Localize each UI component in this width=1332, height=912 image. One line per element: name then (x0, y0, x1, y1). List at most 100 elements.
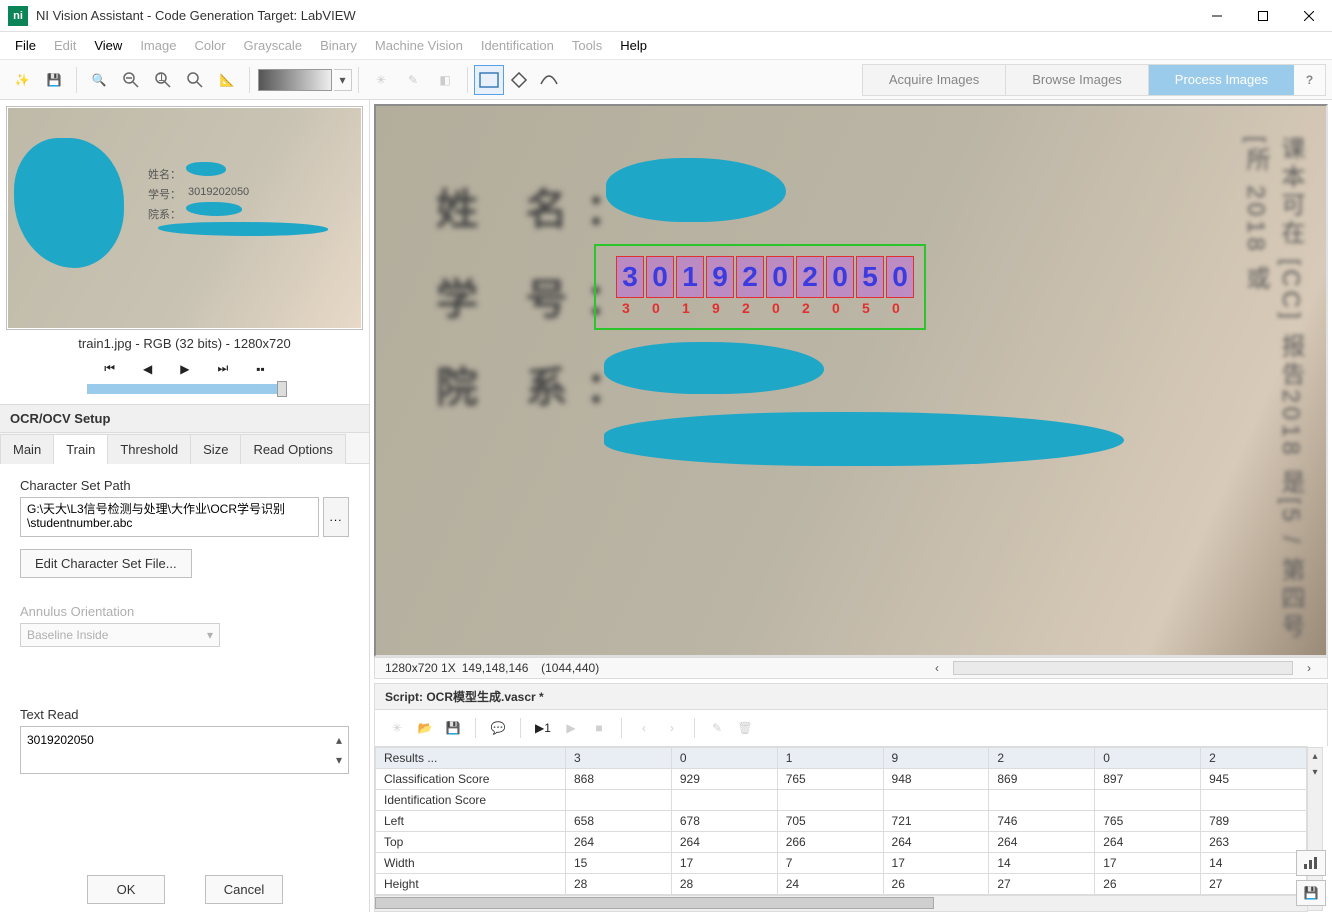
edit-step-icon: ✎ (705, 716, 729, 740)
table-row: Height28282426272627 (376, 874, 1307, 895)
cell (566, 790, 672, 811)
tab-main[interactable]: Main (0, 434, 54, 464)
tab-threshold[interactable]: Threshold (107, 434, 191, 464)
cell: 765 (1095, 811, 1201, 832)
ocr-char: 0 (826, 256, 854, 298)
ocr-char: 2 (796, 256, 824, 298)
zoom-out-icon[interactable] (116, 65, 146, 95)
menu-bar: File Edit View Image Color Grayscale Bin… (0, 32, 1332, 60)
tab-read-options[interactable]: Read Options (240, 434, 346, 464)
row-label: Width (376, 853, 566, 874)
run-icon: ▶ (559, 716, 583, 740)
palette-dropdown[interactable]: ▾ (334, 69, 352, 91)
spin-up-icon[interactable]: ▴ (336, 733, 342, 747)
rectangle-tool[interactable] (474, 65, 504, 95)
results-col0: Results ... (376, 748, 566, 769)
table-hscroll[interactable] (375, 895, 1307, 911)
tab-train[interactable]: Train (53, 434, 108, 464)
help-icon[interactable]: ? (1294, 64, 1326, 96)
charset-path-input[interactable]: G:\天大\L3信号检测与处理\大作业\OCR学号识别\studentnumbe… (20, 497, 319, 537)
ok-button[interactable]: OK (87, 875, 165, 904)
cancel-button[interactable]: Cancel (205, 875, 283, 904)
last-frame-button[interactable]: ⏭ (217, 361, 228, 376)
frame-slider[interactable] (87, 384, 283, 394)
first-frame-button[interactable]: ⏮ (104, 361, 115, 376)
table-row: Width1517717141714 (376, 853, 1307, 874)
cell: 28 (671, 874, 777, 895)
cell: 945 (1201, 769, 1307, 790)
ocr-char: 3 (616, 256, 644, 298)
ocr-char-label: 0 (772, 300, 780, 316)
ocr-char: 1 (676, 256, 704, 298)
row-label: Identification Score (376, 790, 566, 811)
browse-images-button[interactable]: Browse Images (1005, 64, 1148, 96)
zoom-actual-icon[interactable] (180, 65, 210, 95)
cell: 789 (1201, 811, 1307, 832)
hscroll-right-icon[interactable]: › (1301, 661, 1317, 675)
cell: 7 (777, 853, 883, 874)
cell: 17 (1095, 853, 1201, 874)
title-bar: ni NI Vision Assistant - Code Generation… (0, 0, 1332, 32)
rotated-rect-tool[interactable] (504, 65, 534, 95)
tab-size[interactable]: Size (190, 434, 241, 464)
ocr-setup-header: OCR/OCV Setup (0, 404, 369, 433)
next-frame-button[interactable]: ▶ (180, 362, 189, 376)
spin-down-icon[interactable]: ▾ (336, 753, 342, 767)
ocr-char: 2 (736, 256, 764, 298)
image-viewer[interactable]: 姓 名： 学 号： 33001199220022005500 院 系： 课本可在… (374, 104, 1328, 657)
ocr-char-label: 3 (622, 300, 630, 316)
zoom-in-icon[interactable]: 🔍 (84, 65, 114, 95)
ocr-char-label: 2 (742, 300, 750, 316)
ocr-char: 5 (856, 256, 884, 298)
thumbnail-label: train1.jpg - RGB (32 bits) - 1280x720 (0, 336, 369, 351)
cell: 27 (989, 874, 1095, 895)
run-once-icon[interactable]: ▶1 (531, 716, 555, 740)
performance-icon[interactable] (1296, 850, 1326, 876)
cell: 264 (989, 832, 1095, 853)
ocr-tabs: Main Train Threshold Size Read Options (0, 433, 369, 464)
prev-frame-button[interactable]: ◀ (143, 362, 152, 376)
menu-grayscale: Grayscale (235, 38, 312, 53)
zoom-fit-icon[interactable]: 1 (148, 65, 178, 95)
row-label: Classification Score (376, 769, 566, 790)
thumbnails-icon[interactable]: ▪▪ (256, 362, 265, 376)
annulus-label: Annulus Orientation (20, 604, 349, 619)
maximize-button[interactable] (1240, 0, 1286, 32)
edit-charset-button[interactable]: Edit Character Set File... (20, 549, 192, 578)
cell: 17 (671, 853, 777, 874)
close-button[interactable] (1286, 0, 1332, 32)
ocr-char-label: 0 (892, 300, 900, 316)
menu-identification: Identification (472, 38, 563, 53)
process-images-button[interactable]: Process Images (1148, 64, 1294, 96)
ocr-char-label: 5 (862, 300, 870, 316)
ruler-icon[interactable]: 📐 (212, 65, 242, 95)
minimize-button[interactable] (1194, 0, 1240, 32)
menu-view[interactable]: View (85, 38, 131, 53)
acquire-images-button[interactable]: Acquire Images (862, 64, 1005, 96)
cell (777, 790, 883, 811)
disk-icon[interactable]: 💾 (1296, 880, 1326, 906)
delete-step-icon: 🗑 (733, 716, 757, 740)
cell: 264 (1095, 832, 1201, 853)
cell: 264 (566, 832, 672, 853)
menu-color: Color (185, 38, 234, 53)
cell: 721 (883, 811, 989, 832)
menu-file[interactable]: File (6, 38, 45, 53)
annulus-tool[interactable] (534, 65, 564, 95)
cell: 15 (566, 853, 672, 874)
cell: 24 (777, 874, 883, 895)
ocr-char-label: 0 (652, 300, 660, 316)
row-label: Height (376, 874, 566, 895)
cell: 264 (883, 832, 989, 853)
comment-icon: 💬 (486, 716, 510, 740)
svg-text:1: 1 (158, 71, 165, 84)
viewer-hscroll[interactable] (953, 661, 1293, 675)
toolbar: ✨ 💾 🔍 1 📐 ▾ ✳ ✎ ◧ Acquire Images Browse … (0, 60, 1332, 100)
browse-button[interactable]: ... (323, 497, 349, 537)
menu-help[interactable]: Help (611, 38, 656, 53)
script-toolbar: ✳ 📂 💾 💬 ▶1 ▶ ■ ‹ › ✎ 🗑 (374, 710, 1328, 746)
hscroll-left-icon[interactable]: ‹ (929, 661, 945, 675)
ocr-char: 0 (766, 256, 794, 298)
open-icon: 📂 (413, 716, 437, 740)
results-header: 9 (883, 748, 989, 769)
